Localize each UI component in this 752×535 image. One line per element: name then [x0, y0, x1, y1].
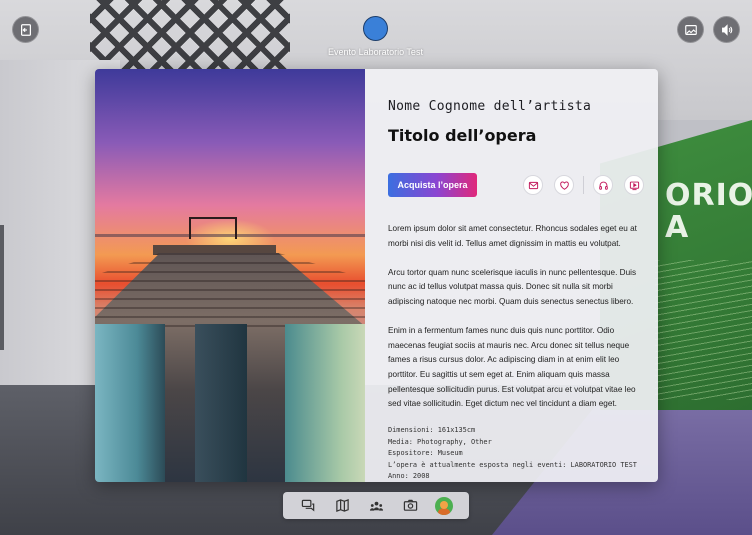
artwork-info-panel: Nome Cognome dell’artista Titolo dell’op…: [365, 69, 658, 482]
artwork-title: Titolo dell’opera: [388, 126, 537, 145]
artwork-modal: Nome Cognome dell’artista Titolo dell’op…: [95, 69, 658, 482]
pier-post-left: [95, 324, 165, 482]
artist-name: Nome Cognome dell’artista: [388, 99, 592, 114]
action-divider: [583, 176, 584, 194]
pier-post-center: [195, 324, 247, 482]
mail-icon: [528, 181, 538, 189]
pier-post-right: [285, 324, 365, 482]
map-icon: [335, 498, 349, 513]
exit-icon: [20, 23, 31, 36]
meta-exhibitor: Espositore: Museum: [388, 449, 463, 458]
image-icon: [684, 24, 697, 35]
people-icon: [369, 501, 383, 511]
artwork-metadata: Dimensioni: 161x135cm Media: Photography…: [388, 425, 644, 482]
description-paragraph-3: Enim in a fermentum fames nunc duis quis…: [388, 326, 636, 409]
chat-icon: [301, 499, 314, 512]
headphones-icon: [598, 181, 608, 190]
ceiling-grid: [90, 0, 290, 70]
bench: [189, 217, 237, 239]
like-button[interactable]: [554, 175, 574, 195]
meta-media: Media: Photography, Other: [388, 437, 492, 446]
image-button[interactable]: [677, 16, 704, 43]
pier-planks: [95, 253, 365, 333]
description-paragraph-2: Arcu tortor quam nunc scelerisque iaculi…: [388, 267, 637, 306]
camera-icon: [403, 499, 417, 511]
meta-events: L’opera è attualmente esposta negli even…: [388, 460, 637, 469]
wall-text-line2: A: [665, 210, 690, 245]
people-button[interactable]: [366, 496, 386, 516]
exit-button[interactable]: [12, 16, 39, 43]
volume-icon: [721, 23, 732, 36]
meta-dimensions: Dimensioni: 161x135cm: [388, 426, 476, 435]
sound-button[interactable]: [713, 16, 740, 43]
heart-icon: [559, 181, 569, 190]
wall-text-line1: ORIO: [665, 178, 752, 213]
user-avatar: [435, 496, 453, 515]
wall-text: ORIO A: [665, 180, 752, 244]
event-title: Evento Laboratorio Test: [328, 47, 423, 57]
video-button[interactable]: [624, 175, 644, 195]
event-avatar[interactable]: [363, 16, 388, 41]
artwork-image: [95, 69, 365, 482]
mail-button[interactable]: [523, 175, 543, 195]
video-icon: [629, 181, 639, 190]
meta-year: Anno: 2008: [388, 472, 430, 481]
camera-button[interactable]: [400, 496, 420, 516]
artwork-description: Lorem ipsum dolor sit amet consectetur. …: [388, 222, 644, 412]
bottom-toolbar: [283, 492, 469, 519]
description-paragraph-1: Lorem ipsum dolor sit amet consectetur. …: [388, 224, 637, 248]
action-bar: Acquista l’opera: [388, 173, 644, 197]
left-edge-panel: [0, 225, 4, 350]
buy-artwork-button[interactable]: Acquista l’opera: [388, 173, 477, 197]
map-button[interactable]: [332, 496, 352, 516]
chat-button[interactable]: [298, 496, 318, 516]
audio-button[interactable]: [593, 175, 613, 195]
wall-lines: [655, 260, 752, 400]
user-profile-button[interactable]: [434, 496, 454, 516]
